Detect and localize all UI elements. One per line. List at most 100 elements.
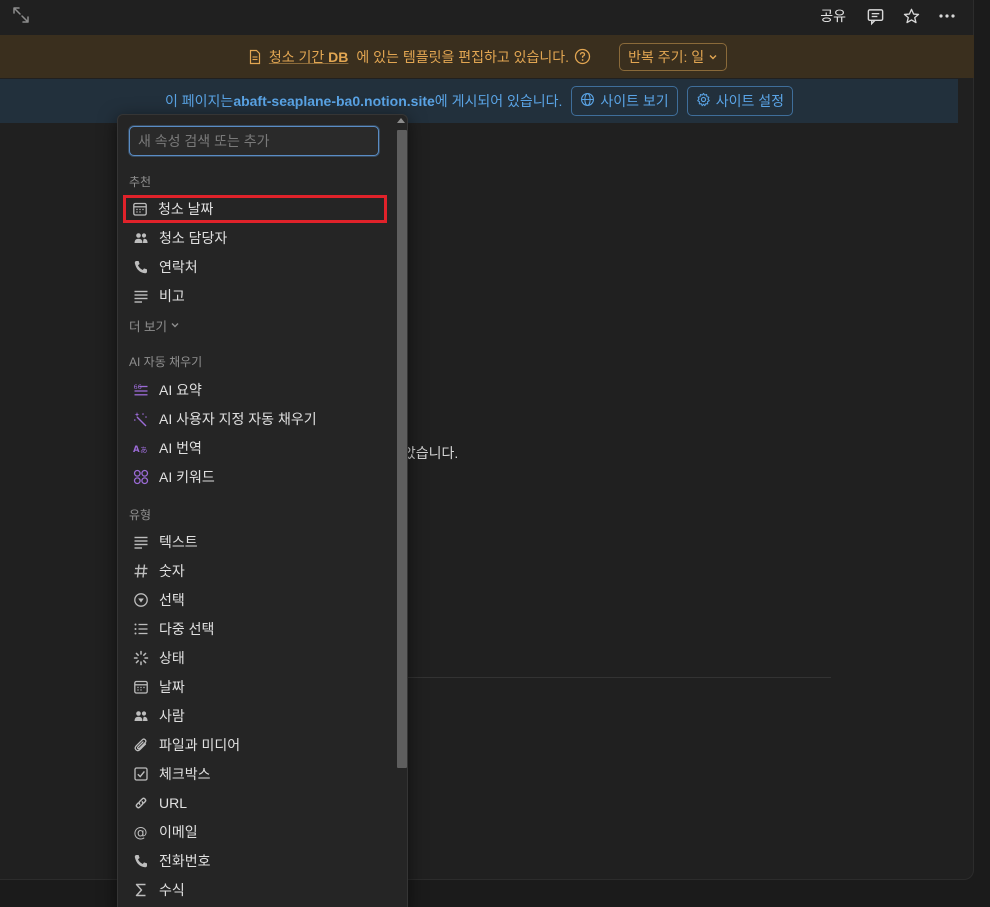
item-label: 사람 bbox=[159, 708, 185, 724]
scrollbar[interactable] bbox=[394, 115, 407, 907]
item-label: AI 번역 bbox=[159, 440, 202, 456]
property-type-checkbox[interactable]: 체크박스 bbox=[124, 760, 386, 788]
document-icon bbox=[247, 49, 263, 65]
property-type-formula[interactable]: 수식 bbox=[124, 876, 386, 904]
item-label: 텍스트 bbox=[159, 534, 198, 550]
scroll-thumb[interactable] bbox=[397, 130, 407, 768]
phone-icon bbox=[132, 259, 149, 276]
paperclip-icon bbox=[132, 737, 149, 754]
property-type-phone[interactable]: 전화번호 bbox=[124, 847, 386, 875]
text-lines-icon bbox=[132, 288, 149, 305]
item-label: 전화번호 bbox=[159, 853, 211, 869]
property-type-files-media[interactable]: 파일과 미디어 bbox=[124, 731, 386, 759]
expand-icon[interactable] bbox=[10, 4, 32, 26]
template-banner: 청소 기간 DB 에 있는 템플릿을 편집하고 있습니다. 반복 주기: 일 bbox=[0, 35, 974, 78]
share-button[interactable]: 공유 bbox=[816, 3, 850, 29]
chevron-down-icon bbox=[708, 49, 718, 65]
scroll-up-arrow-icon[interactable] bbox=[397, 118, 405, 123]
item-label: 청소 날짜 bbox=[158, 201, 214, 217]
property-item-ai-keywords[interactable]: AI 키워드 bbox=[124, 463, 386, 491]
select-icon bbox=[132, 592, 149, 609]
item-label: AI 요약 bbox=[159, 382, 202, 398]
property-type-number[interactable]: 숫자 bbox=[124, 557, 386, 585]
translate-icon: Aあ bbox=[132, 440, 149, 457]
site-settings-label: 사이트 설정 bbox=[715, 93, 784, 109]
phone-icon bbox=[132, 853, 149, 870]
property-item-cleaning-assignee[interactable]: 청소 담당자 bbox=[124, 224, 386, 252]
topbar: 공유 bbox=[0, 0, 974, 34]
link-icon bbox=[132, 795, 149, 812]
item-label: 다중 선택 bbox=[159, 621, 215, 637]
sparkle-icon bbox=[132, 411, 149, 428]
item-label: 이메일 bbox=[159, 824, 198, 840]
item-label: 숫자 bbox=[159, 563, 185, 579]
item-label: AI 사용자 지정 자동 채우기 bbox=[159, 411, 317, 427]
property-item-contact[interactable]: 연락처 bbox=[124, 253, 386, 281]
sigma-icon bbox=[132, 882, 149, 899]
property-dropdown: 추천 청소 날짜 청소 담당자 연락처 비고 더 보기 AI 자동 채우기 66… bbox=[117, 114, 408, 907]
property-item-ai-summary[interactable]: 66 AI 요약 bbox=[124, 376, 386, 404]
section-types: 유형 bbox=[129, 508, 152, 522]
site-banner-prefix: 이 페이지는 bbox=[165, 93, 234, 109]
item-label: 날짜 bbox=[159, 679, 185, 695]
checkbox-icon bbox=[132, 766, 149, 783]
people-icon bbox=[132, 708, 149, 725]
section-recommended: 추천 bbox=[129, 175, 152, 189]
item-label: AI 키워드 bbox=[159, 469, 215, 485]
property-item-cleaning-date[interactable]: 청소 날짜 bbox=[123, 195, 387, 223]
item-label: 상태 bbox=[159, 650, 185, 666]
svg-text:@: @ bbox=[133, 825, 147, 840]
people-icon bbox=[132, 230, 149, 247]
item-label: 파일과 미디어 bbox=[159, 737, 241, 753]
view-site-button[interactable]: 사이트 보기 bbox=[571, 86, 678, 116]
globe-icon bbox=[580, 92, 595, 110]
show-more-label: 더 보기 bbox=[129, 320, 167, 334]
svg-text:A: A bbox=[133, 445, 140, 455]
property-search-input[interactable] bbox=[129, 126, 379, 156]
property-type-status[interactable]: 상태 bbox=[124, 644, 386, 672]
property-type-url[interactable]: URL bbox=[124, 789, 386, 817]
site-settings-button[interactable]: 사이트 설정 bbox=[686, 86, 793, 116]
property-type-email[interactable]: @ 이메일 bbox=[124, 818, 386, 846]
calendar-icon bbox=[131, 201, 148, 218]
property-type-multi-select[interactable]: 다중 선택 bbox=[124, 615, 386, 643]
show-more-toggle[interactable]: 더 보기 bbox=[129, 316, 180, 335]
list-icon bbox=[132, 621, 149, 638]
gear-icon bbox=[696, 92, 711, 110]
template-banner-text: 에 있는 템플릿을 편집하고 있습니다. bbox=[356, 48, 570, 65]
ai-summary-icon: 66 bbox=[132, 382, 149, 399]
database-link[interactable]: 청소 기간 DB bbox=[269, 47, 349, 67]
calendar-icon bbox=[132, 679, 149, 696]
property-type-text[interactable]: 텍스트 bbox=[124, 528, 386, 556]
item-label: 선택 bbox=[159, 592, 185, 608]
property-type-person[interactable]: 사람 bbox=[124, 702, 386, 730]
property-type-date[interactable]: 날짜 bbox=[124, 673, 386, 701]
text-lines-icon bbox=[132, 534, 149, 551]
item-label: 비고 bbox=[159, 288, 185, 304]
help-icon[interactable] bbox=[574, 48, 591, 65]
item-label: 연락처 bbox=[159, 259, 198, 275]
item-label: 체크박스 bbox=[159, 766, 211, 782]
property-item-ai-custom-autofill[interactable]: AI 사용자 지정 자동 채우기 bbox=[124, 405, 386, 433]
status-icon bbox=[132, 650, 149, 667]
site-banner-suffix: 에 게시되어 있습니다. bbox=[434, 93, 563, 109]
item-label: 청소 담당자 bbox=[159, 230, 228, 246]
chevron-down-icon bbox=[170, 319, 180, 333]
view-site-label: 사이트 보기 bbox=[600, 93, 669, 109]
repeat-interval-button[interactable]: 반복 주기: 일 bbox=[619, 42, 728, 71]
item-label: 수식 bbox=[159, 882, 185, 898]
property-type-select[interactable]: 선택 bbox=[124, 586, 386, 614]
comment-icon[interactable] bbox=[864, 5, 886, 27]
hash-icon bbox=[132, 563, 149, 580]
site-url[interactable]: abaft-seaplane-ba0.notion.site bbox=[233, 93, 434, 109]
star-icon[interactable] bbox=[900, 5, 922, 27]
item-label: URL bbox=[159, 795, 188, 811]
more-icon[interactable] bbox=[936, 5, 958, 27]
keywords-icon bbox=[132, 469, 149, 486]
at-icon: @ bbox=[132, 824, 149, 841]
svg-text:あ: あ bbox=[140, 446, 148, 455]
divider bbox=[408, 677, 831, 678]
property-item-ai-translate[interactable]: Aあ AI 번역 bbox=[124, 434, 386, 462]
property-item-notes[interactable]: 비고 bbox=[124, 282, 386, 310]
section-ai-autofill: AI 자동 채우기 bbox=[129, 355, 203, 369]
